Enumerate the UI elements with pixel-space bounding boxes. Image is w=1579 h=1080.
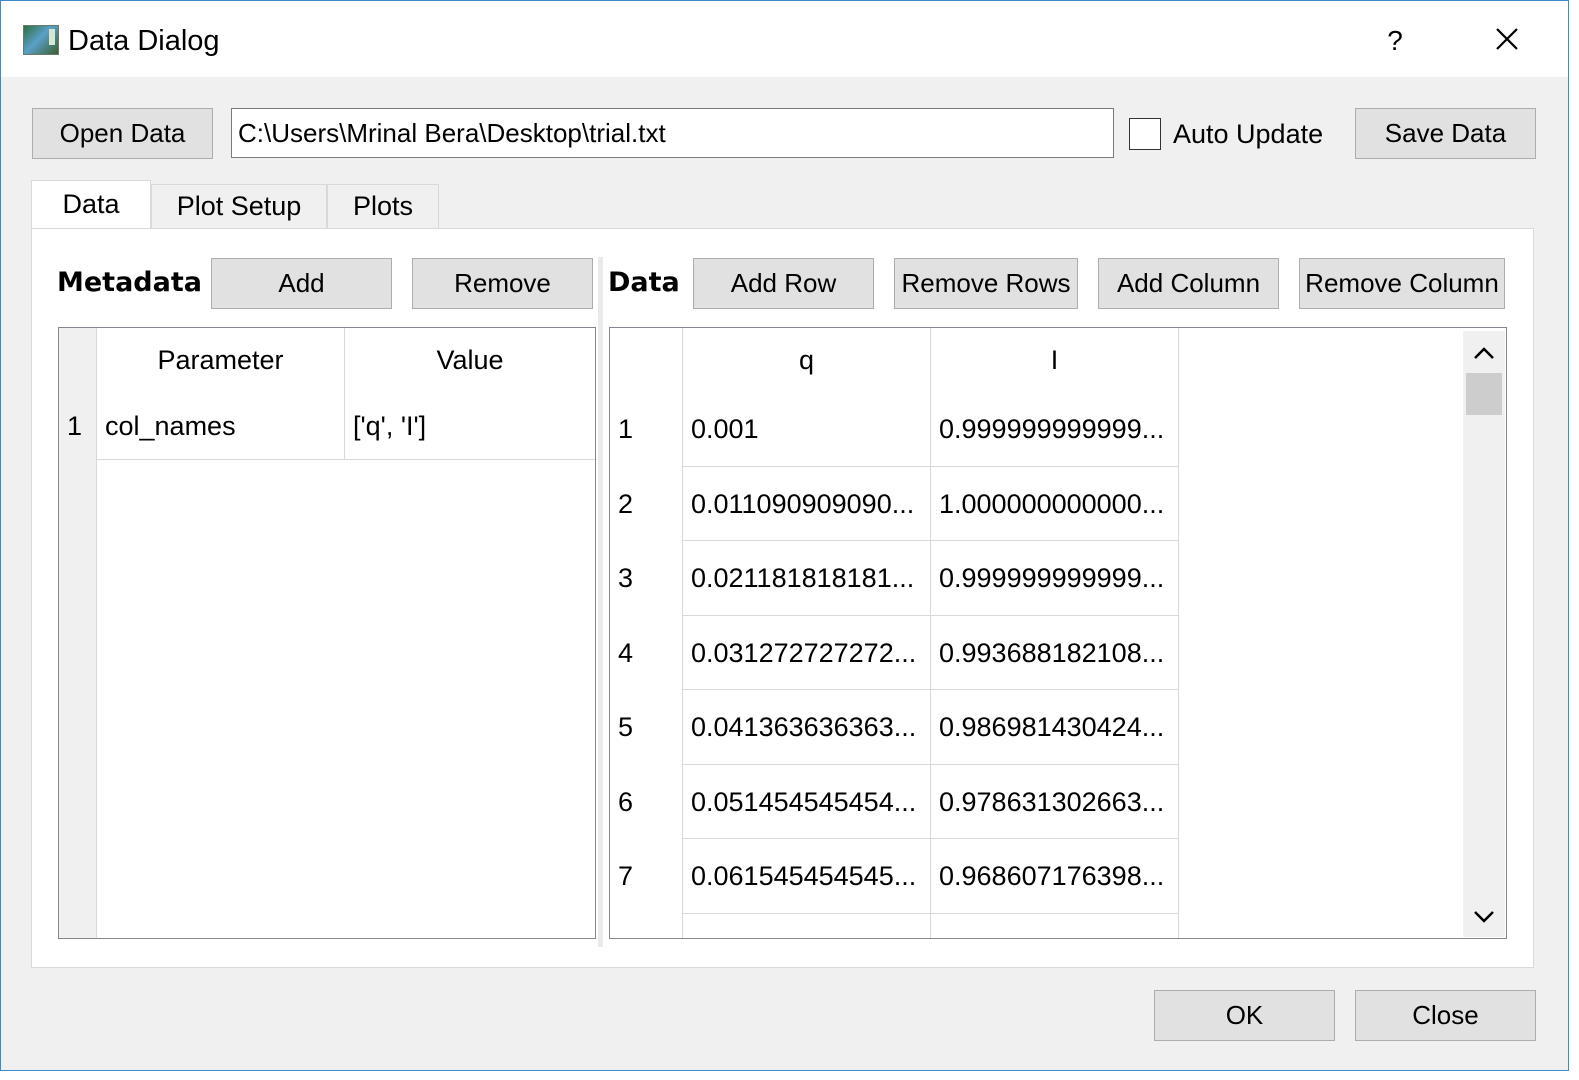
data-cell-I[interactable]: 0.993688182108... [931, 616, 1178, 691]
data-table: q I 1 0.001 0.999999999999... 2 0.0110909090… [609, 327, 1507, 939]
file-path-input[interactable]: C:\Users\Mrinal Bera\Desktop\trial.txt [231, 108, 1114, 158]
data-cell-q[interactable]: 0.031272727272... [683, 616, 930, 691]
remove-rows-button[interactable]: Remove Rows [894, 258, 1078, 309]
data-cell-q[interactable]: 0.041363636363... [683, 690, 930, 765]
metadata-section-label: Metadata [57, 267, 202, 298]
auto-update-label: Auto Update [1173, 119, 1324, 149]
metadata-cell-parameter[interactable]: col_names [97, 392, 345, 460]
panel-splitter[interactable] [598, 257, 603, 947]
title-bar: Data Dialog ? [1, 1, 1568, 77]
remove-metadata-button[interactable]: Remove [412, 258, 593, 309]
data-cell-I[interactable]: 0.999999999999... [931, 392, 1178, 467]
window-title: Data Dialog [68, 25, 220, 57]
close-button[interactable]: Close [1355, 990, 1536, 1041]
data-row-index[interactable]: 1 [610, 392, 682, 467]
data-row-index[interactable]: 2 [610, 467, 682, 542]
data-row-index[interactable]: 4 [610, 616, 682, 691]
data-cell-q[interactable]: 0.051454545454... [683, 765, 930, 840]
tab-plot-setup[interactable]: Plot Setup [151, 184, 327, 229]
data-cell-q[interactable]: 0.021181818181... [683, 541, 930, 616]
add-column-button[interactable]: Add Column [1098, 258, 1279, 309]
ok-button[interactable]: OK [1154, 990, 1335, 1041]
data-header-I[interactable]: I [931, 328, 1179, 392]
data-table-scrollbar[interactable] [1463, 331, 1505, 937]
metadata-table: Parameter Value 1 col_names ['q', 'I'] [58, 327, 596, 939]
help-button[interactable]: ? [1375, 21, 1415, 61]
data-cell-q[interactable]: 0.071636363636... [683, 914, 930, 938]
close-icon[interactable] [1487, 21, 1527, 61]
save-data-button[interactable]: Save Data [1355, 108, 1536, 159]
scroll-down-icon[interactable] [1463, 897, 1505, 937]
data-row-index[interactable]: 7 [610, 839, 682, 914]
data-cell-q[interactable]: 0.011090909090... [683, 467, 930, 542]
app-icon [23, 25, 59, 55]
data-cell-I[interactable]: 0.956843782634... [931, 914, 1178, 938]
metadata-header-parameter[interactable]: Parameter [97, 328, 345, 392]
remove-column-button[interactable]: Remove Column [1299, 258, 1505, 309]
data-row-index[interactable]: 3 [610, 541, 682, 616]
data-row-index[interactable]: 8 [610, 914, 682, 938]
scroll-up-icon[interactable] [1463, 333, 1505, 373]
data-row-index[interactable]: 6 [610, 765, 682, 840]
data-section-label: Data [608, 267, 680, 298]
add-metadata-button[interactable]: Add [211, 258, 392, 309]
tab-plots[interactable]: Plots [327, 184, 439, 229]
data-cell-I[interactable]: 1.000000000000... [931, 467, 1178, 542]
add-row-button[interactable]: Add Row [693, 258, 874, 309]
open-data-button[interactable]: Open Data [32, 108, 213, 159]
data-cell-q[interactable]: 0.001 [683, 392, 930, 467]
data-cell-q[interactable]: 0.061545454545... [683, 839, 930, 914]
tab-data[interactable]: Data [31, 180, 151, 228]
metadata-row-index[interactable]: 1 [59, 392, 96, 460]
auto-update-checkbox[interactable] [1129, 118, 1161, 150]
data-cell-I[interactable]: 0.999999999999... [931, 541, 1178, 616]
data-cell-I[interactable]: 0.968607176398... [931, 839, 1178, 914]
data-row-index[interactable]: 5 [610, 690, 682, 765]
data-cell-I[interactable]: 0.978631302663... [931, 765, 1178, 840]
data-dialog-window: Data Dialog ? Open Data C:\Users\Mrinal … [0, 0, 1569, 1071]
data-cell-I[interactable]: 0.986981430424... [931, 690, 1178, 765]
data-header-q[interactable]: q [683, 328, 931, 392]
scroll-thumb[interactable] [1466, 373, 1502, 415]
metadata-cell-value[interactable]: ['q', 'I'] [345, 392, 595, 460]
metadata-header-value[interactable]: Value [345, 328, 595, 392]
